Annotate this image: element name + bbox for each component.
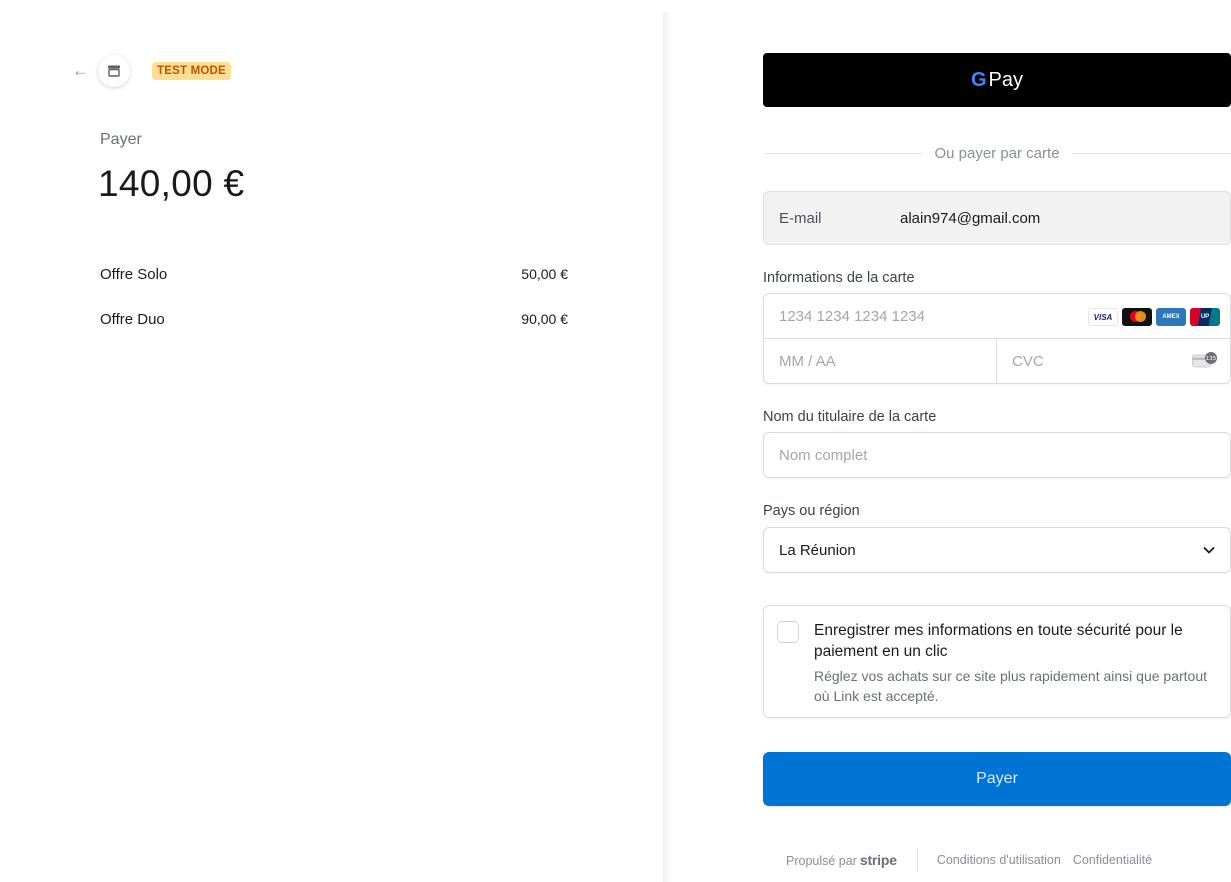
email-field[interactable]: E-mail alain974@gmail.com [763, 191, 1231, 245]
visa-icon: VISA [1088, 308, 1118, 326]
link-save-box: Enregistrer mes informations en toute sé… [763, 605, 1231, 718]
google-g-icon: G [970, 68, 987, 91]
line-item-name: Offre Duo [100, 311, 165, 328]
line-item-price: 90,00 € [521, 311, 568, 327]
pay-button-label: Payer [976, 770, 1018, 787]
amex-icon: AMEX [1156, 308, 1186, 326]
cardholder-label: Nom du titulaire de la carte [763, 409, 937, 425]
divider-text: Ou payer par carte [934, 144, 1060, 162]
panel-shadow [663, 12, 673, 882]
total-amount: 140,00 € [98, 163, 245, 204]
expiry-input[interactable]: MM / AA [764, 339, 997, 383]
cvc-input[interactable]: CVC 135 [997, 339, 1230, 383]
card-number-input[interactable]: 1234 1234 1234 1234 VISA AMEX UP [764, 294, 1230, 339]
google-pay-button[interactable]: G Pay [763, 53, 1231, 107]
card-number-placeholder: 1234 1234 1234 1234 [779, 307, 925, 325]
mastercard-icon [1122, 308, 1152, 326]
footer: Propulsé par stripe Conditions d'utilisa… [763, 848, 1231, 872]
stripe-logo: stripe [859, 852, 897, 868]
divider-rule [1071, 152, 1231, 154]
summary-header: ← TEST MODE [72, 55, 231, 87]
store-logo-button[interactable] [98, 55, 130, 87]
card-brands: VISA AMEX UP [1088, 308, 1220, 326]
country-select[interactable]: La Réunion [763, 527, 1231, 573]
powered-by[interactable]: Propulsé par stripe [786, 852, 897, 868]
cardholder-placeholder: Nom complet [779, 446, 868, 464]
divider-rule [763, 152, 923, 154]
card-info-label: Informations de la carte [763, 270, 915, 286]
line-item-name: Offre Solo [100, 266, 168, 283]
line-item: Offre Duo 90,00 € [100, 311, 568, 328]
privacy-link[interactable]: Confidentialité [1073, 853, 1152, 867]
line-item-price: 50,00 € [521, 266, 568, 282]
country-label: Pays ou région [763, 503, 860, 519]
pay-button[interactable]: Payer [763, 752, 1231, 806]
country-value: La Réunion [779, 541, 856, 559]
footer-separator [916, 848, 918, 872]
cvc-card-icon: 135 [1192, 352, 1217, 368]
cvc-placeholder: CVC [1012, 352, 1044, 370]
unionpay-icon: UP [1190, 308, 1220, 326]
line-item: Offre Solo 50,00 € [100, 266, 568, 283]
pay-label: Payer [100, 131, 142, 148]
test-mode-badge: TEST MODE [152, 62, 231, 80]
cardholder-name-input[interactable]: Nom complet [763, 432, 1231, 478]
expiry-placeholder: MM / AA [779, 352, 836, 370]
email-label: E-mail [779, 209, 822, 227]
link-save-description: Réglez vos achats sur ce site plus rapid… [814, 668, 1207, 704]
back-arrow-icon[interactable]: ← [72, 62, 90, 80]
google-pay-label: Pay [988, 68, 1024, 91]
save-info-checkbox[interactable] [777, 621, 799, 643]
or-divider: Ou payer par carte [763, 143, 1231, 163]
store-icon [108, 65, 120, 77]
chevron-down-icon [1203, 547, 1215, 554]
order-summary-panel: ← TEST MODE Payer 140,00 € Offre Solo 50… [0, 0, 663, 882]
powered-by-text: Propulsé par [786, 854, 857, 868]
link-save-title: Enregistrer mes informations en toute sé… [814, 622, 1183, 660]
svg-text:135: 135 [1206, 356, 1217, 362]
email-value: alain974@gmail.com [900, 209, 1041, 227]
terms-link[interactable]: Conditions d'utilisation [937, 853, 1061, 867]
card-input-group: 1234 1234 1234 1234 VISA AMEX UP MM / AA… [763, 293, 1231, 384]
